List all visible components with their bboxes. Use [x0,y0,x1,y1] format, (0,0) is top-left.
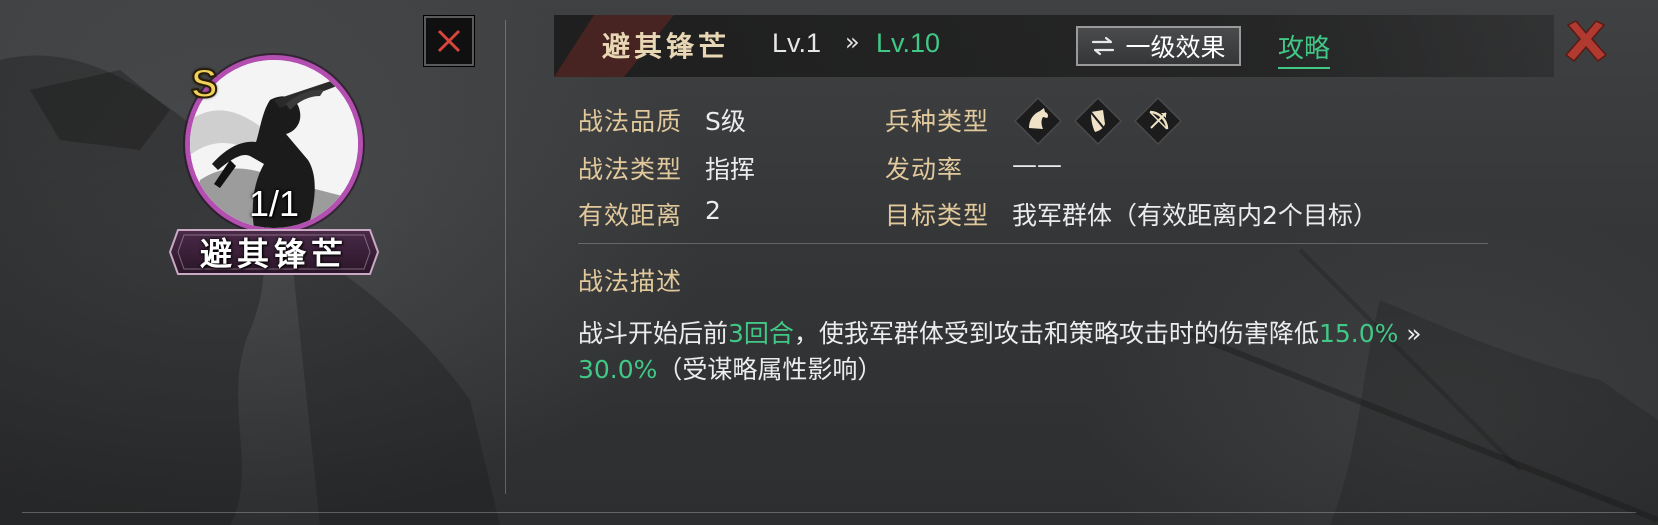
description-rounds: 3回合 [728,319,794,348]
close-icon [1564,20,1608,63]
range-label: 有效距离 [578,201,683,230]
level-to: Lv.10 [876,28,941,58]
description-arrow: » [1398,319,1422,348]
cavalry-icon [1013,96,1063,146]
trigger-rate-value: —— [1012,150,1062,179]
close-card-button[interactable] [423,15,475,67]
level-arrow-icon: » [845,28,860,56]
swap-arrows-icon [1092,36,1115,56]
description-value-from: 15.0% [1318,319,1399,348]
description-part1: 战斗开始后前 [578,319,729,348]
close-icon [437,29,461,53]
archer-bow-icon [1133,96,1183,146]
grade-badge: S [190,62,219,106]
skill-name-plate: 避其锋芒 [168,226,380,278]
shield-infantry-icon [1073,96,1123,146]
level-effect-label: 一级效果 [1125,33,1226,62]
skill-type-label: 战法类型 [578,155,683,184]
quality-value: S级 [705,107,746,136]
target-type-value: 我军群体（有效距离内2个目标） [1012,201,1378,230]
skill-count: 1/1 [248,183,300,224]
target-type-label: 目标类型 [885,201,990,230]
skill-detail-panel: 1/1 S 避其锋芒 避其锋芒 Lv.1 » Lv.10 一级效果 攻略 战法品… [0,0,1658,525]
description-title: 战法描述 [578,267,683,296]
guide-link[interactable]: 攻略 [1278,28,1331,69]
section-divider [578,243,1488,244]
bottom-divider [22,512,1636,513]
troop-type-label: 兵种类型 [885,107,990,136]
quality-label: 战法品质 [578,107,683,136]
description-text: 战斗开始后前3回合，使我军群体受到攻击和策略攻击时的伤害降低15.0% » 30.… [578,316,1508,388]
description-part2: ，使我军群体受到攻击和策略攻击时的伤害降低 [793,319,1319,348]
description-value-to: 30.0% [578,355,658,384]
level-effect-toggle-button[interactable]: 一级效果 [1076,26,1241,66]
description-part3: （受谋略属性影响） [657,355,883,384]
skill-title: 避其锋芒 [602,30,731,63]
skill-name: 避其锋芒 [199,235,348,273]
close-panel-button[interactable] [1562,17,1610,65]
troop-type-icons [1013,96,1183,146]
panel-divider [505,20,506,494]
skill-type-value: 指挥 [705,155,756,184]
range-value: 2 [705,196,721,225]
level-from: Lv.1 [772,28,822,58]
trigger-rate-label: 发动率 [885,155,964,184]
